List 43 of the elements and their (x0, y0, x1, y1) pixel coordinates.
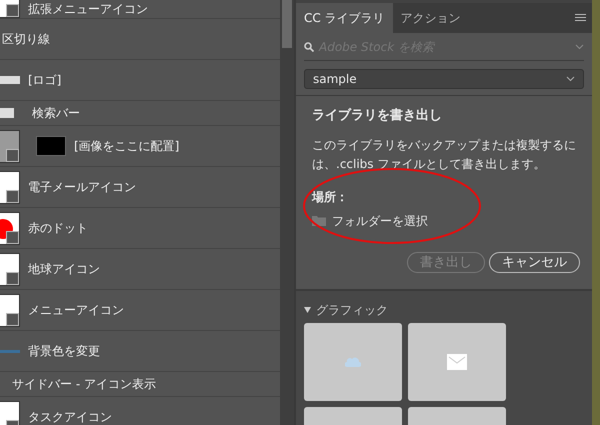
chevron-icon (566, 76, 575, 82)
location-label: 場所： (312, 188, 349, 206)
layer-name: 電子メールアイコン (28, 179, 136, 196)
logo-thumbnail (0, 76, 20, 84)
cloud-icon (345, 356, 361, 367)
search-icon (304, 42, 314, 52)
scrollbar-thumb[interactable] (282, 0, 292, 48)
layer-name: 区切り線 (2, 31, 50, 48)
cancel-button[interactable]: キャンセル (489, 252, 580, 272)
layer-name: サイドバー - アイコン表示 (12, 376, 156, 393)
layer-row[interactable]: 地球アイコン (0, 249, 280, 290)
image-swatch (36, 136, 66, 156)
dialog-title: ライブラリを書き出し (312, 106, 443, 125)
layer-row[interactable]: 検索バー (0, 101, 280, 126)
layer-row[interactable]: 電子メールアイコン (0, 167, 280, 208)
layer-row[interactable]: サイドバー - アイコン表示 (0, 372, 280, 397)
layer-name: 背景色を変更 (28, 343, 100, 360)
layer-name: 赤のドット (28, 220, 88, 237)
layer-name: 地球アイコン (28, 261, 100, 278)
layer-name: メニューアイコン (28, 302, 124, 319)
layer-row[interactable]: 拡張メニューアイコン (0, 0, 280, 19)
layer-name: [ロゴ] (28, 72, 62, 89)
layer-row[interactable]: タスクアイコン (0, 397, 280, 425)
menu-icon[interactable] (575, 14, 586, 22)
folder-icon (0, 108, 14, 118)
layer-row[interactable]: [画像をここに配置] (0, 126, 280, 167)
envelope-icon (447, 354, 467, 370)
layer-name: 検索バー (32, 105, 80, 122)
layer-name: タスクアイコン (28, 409, 112, 425)
layer-name: 拡張メニューアイコン (28, 1, 148, 18)
layer-row[interactable]: 赤のドット (0, 208, 280, 249)
section-title: グラフィック (316, 302, 388, 318)
caret-icon[interactable] (304, 306, 311, 312)
graphic-tile[interactable] (304, 322, 402, 400)
layer-name: [画像をここに配置] (74, 138, 180, 155)
line-thumbnail (0, 350, 20, 352)
chevron-icon (575, 44, 584, 50)
layer-row[interactable]: メニューアイコン (0, 290, 280, 331)
graphic-tile[interactable] (408, 322, 506, 400)
choose-folder-link[interactable]: フォルダーを選択 (332, 212, 428, 230)
panel-tab[interactable]: CC ライブラリ (296, 3, 393, 33)
library-dropdown[interactable]: sample (304, 69, 584, 89)
layer-row[interactable]: [ロゴ] (0, 60, 280, 101)
